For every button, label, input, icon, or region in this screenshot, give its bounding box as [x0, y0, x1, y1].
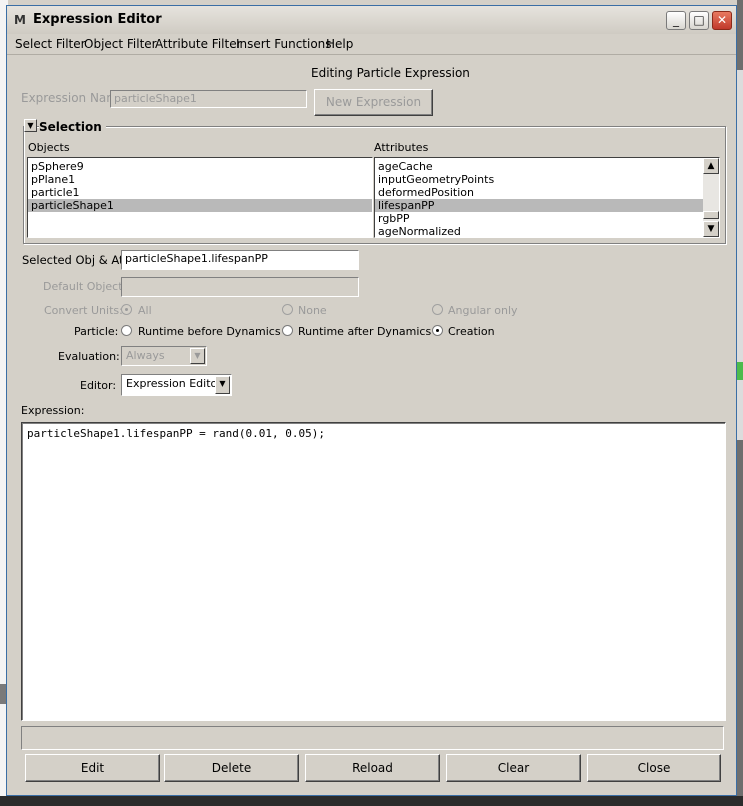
scroll-up-button[interactable]: ▲: [703, 158, 719, 174]
expression-editor-window: M Expression Editor _ □ ✕ Select Filter …: [6, 5, 737, 796]
attributes-label: Attributes: [374, 141, 429, 154]
background-right-green: [737, 362, 743, 380]
maximize-button[interactable]: □: [689, 11, 709, 30]
editing-mode-text: Editing Particle Expression: [311, 66, 470, 80]
convert-units-label: Convert Units:: [44, 304, 123, 317]
particle-creation-label[interactable]: Creation: [448, 325, 495, 338]
scroll-thumb[interactable]: [703, 211, 719, 219]
selection-collapse-button[interactable]: ▼: [24, 119, 37, 132]
attribute-list-item[interactable]: ageNormalized: [375, 225, 703, 237]
editor-dropdown[interactable]: Expression Editor ▼: [121, 374, 232, 396]
selected-obj-attr-label: Selected Obj & Attr: [22, 253, 133, 267]
default-object-field: [121, 277, 359, 297]
default-object-label: Default Object: [43, 280, 123, 293]
editor-label: Editor:: [80, 379, 117, 392]
attribute-list-item[interactable]: inputGeometryPoints: [375, 173, 703, 186]
attribute-list-item[interactable]: ageCache: [375, 160, 703, 173]
object-list-item[interactable]: pSphere9: [28, 160, 372, 173]
objects-label: Objects: [28, 141, 70, 154]
maximize-icon: □: [693, 13, 705, 27]
objects-list[interactable]: pSphere9 pPlane1 particle1 particleShape1: [27, 157, 373, 238]
convert-units-none-label: None: [298, 304, 327, 317]
minimize-button[interactable]: _: [666, 11, 686, 30]
title-bar[interactable]: M Expression Editor _ □ ✕: [7, 6, 736, 34]
selected-obj-attr-field[interactable]: particleShape1.lifespanPP: [121, 250, 359, 270]
evaluation-value: Always: [126, 349, 165, 362]
evaluation-dropdown: Always ▼: [121, 346, 207, 366]
background-right-strip: [737, 70, 743, 440]
particle-runtime-before-radio[interactable]: [121, 325, 132, 336]
particle-label: Particle:: [74, 325, 119, 338]
attribute-list-item[interactable]: lifespanPP: [375, 199, 703, 212]
expression-name-field: particleShape1: [110, 90, 307, 108]
menu-object-filter[interactable]: Object Filter: [84, 37, 157, 51]
arrow-up-icon: ▲: [707, 161, 715, 171]
scroll-down-button[interactable]: ▼: [703, 221, 719, 237]
particle-runtime-after-radio[interactable]: [282, 325, 293, 336]
object-list-item[interactable]: particleShape1: [28, 199, 372, 212]
expression-text-area[interactable]: particleShape1.lifespanPP = rand(0.01, 0…: [21, 422, 726, 721]
expression-label: Expression:: [21, 404, 85, 417]
new-expression-button: New Expression: [314, 89, 433, 116]
attribute-list-item[interactable]: rgbPP: [375, 212, 703, 225]
delete-button[interactable]: Delete: [164, 754, 299, 782]
convert-units-angular-radio: [432, 304, 443, 315]
menu-bar: Select Filter Object Filter Attribute Fi…: [7, 34, 736, 55]
particle-creation-radio[interactable]: [432, 325, 443, 336]
arrow-down-icon: ▼: [707, 224, 715, 234]
dropdown-arrow-icon: ▼: [215, 376, 230, 394]
close-button[interactable]: Close: [587, 754, 721, 782]
selection-title: Selection: [39, 120, 106, 134]
attributes-scrollbar[interactable]: ▲ ▼: [703, 158, 719, 237]
convert-units-all-label: All: [138, 304, 152, 317]
object-list-item[interactable]: pPlane1: [28, 173, 372, 186]
window-title: Expression Editor: [33, 12, 162, 27]
menu-insert-functions[interactable]: Insert Functions: [236, 37, 332, 51]
evaluation-label: Evaluation:: [58, 350, 120, 363]
attribute-list-item[interactable]: deformedPosition: [375, 186, 703, 199]
menu-attribute-filter[interactable]: Attribute Filter: [155, 37, 242, 51]
menu-select-filter[interactable]: Select Filter: [15, 37, 86, 51]
background-right-dark-lower: [737, 440, 743, 796]
clear-button[interactable]: Clear: [446, 754, 581, 782]
dropdown-arrow-icon: ▼: [190, 348, 205, 364]
triangle-down-icon: ▼: [27, 121, 34, 130]
particle-runtime-before-label[interactable]: Runtime before Dynamics: [138, 325, 281, 338]
convert-units-all-radio: [121, 304, 132, 315]
reload-button[interactable]: Reload: [305, 754, 440, 782]
object-list-item[interactable]: particle1: [28, 186, 372, 199]
editor-value: Expression Editor: [126, 377, 222, 390]
minimize-icon: _: [673, 13, 679, 27]
convert-units-none-radio: [282, 304, 293, 315]
maya-app-icon: M: [14, 13, 26, 27]
status-line: [21, 726, 724, 750]
close-window-button[interactable]: ✕: [712, 11, 732, 30]
menu-help[interactable]: Help: [326, 37, 353, 51]
convert-units-angular-label: Angular only: [448, 304, 518, 317]
edit-button[interactable]: Edit: [25, 754, 160, 782]
attributes-list[interactable]: ageCache inputGeometryPoints deformedPosit…: [374, 157, 720, 238]
particle-runtime-after-label[interactable]: Runtime after Dynamics: [298, 325, 431, 338]
close-icon: ✕: [716, 13, 728, 27]
background-bottom-strip: [0, 796, 743, 806]
background-right-dark: [737, 0, 743, 70]
